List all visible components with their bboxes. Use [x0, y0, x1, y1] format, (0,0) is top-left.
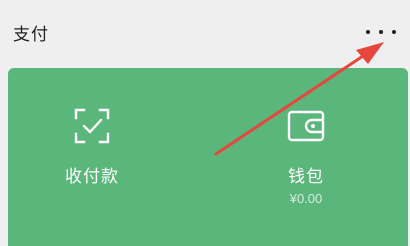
wallet-icon — [284, 104, 328, 148]
scan-check-icon — [70, 104, 114, 148]
more-dots-icon[interactable] — [366, 22, 396, 42]
more-dot — [392, 30, 396, 34]
payment-page: 支付 收付款 钱包 ¥0.00 — [0, 0, 410, 246]
wallet-label: 钱包 — [288, 167, 324, 187]
page-title: 支付 — [13, 25, 49, 45]
more-dot — [366, 30, 370, 34]
wallet-button[interactable]: 钱包 ¥0.00 — [226, 104, 386, 244]
receive-pay-label: 收付款 — [65, 167, 119, 187]
more-dot — [379, 30, 383, 34]
wallet-balance: ¥0.00 — [289, 191, 323, 206]
top-bar: 支付 — [0, 0, 410, 64]
receive-pay-button[interactable]: 收付款 — [12, 104, 172, 244]
payment-card: 收付款 钱包 ¥0.00 — [8, 68, 408, 246]
